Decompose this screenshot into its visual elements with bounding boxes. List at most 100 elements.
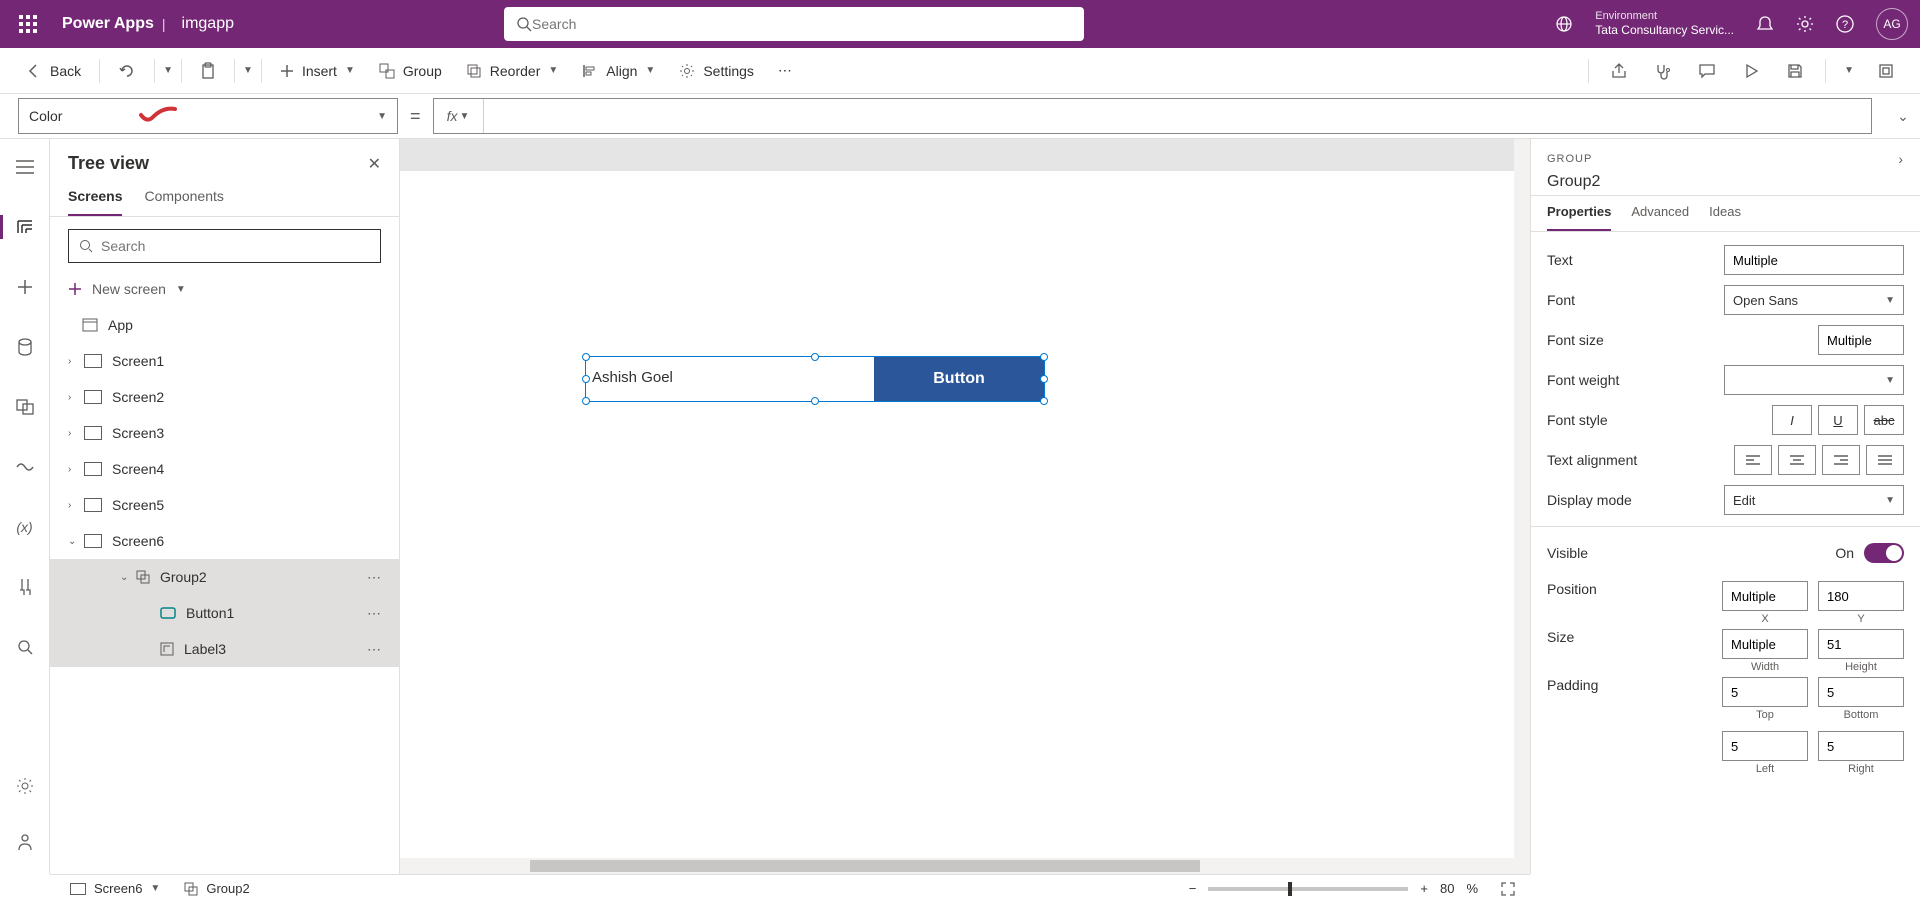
- pad-left-input[interactable]: [1722, 731, 1808, 761]
- tree-node-screen4[interactable]: ›Screen4: [50, 451, 399, 487]
- rail-search[interactable]: [7, 629, 43, 665]
- italic-button[interactable]: I: [1772, 405, 1812, 435]
- tab-ideas[interactable]: Ideas: [1709, 204, 1741, 231]
- prop-fontsize-input[interactable]: [1818, 325, 1904, 355]
- resize-handle[interactable]: [582, 353, 590, 361]
- checker-button[interactable]: [1645, 53, 1681, 89]
- search-input[interactable]: [532, 16, 1072, 32]
- waffle-icon[interactable]: [12, 8, 44, 40]
- zoom-out-button[interactable]: −: [1189, 881, 1197, 896]
- notifications-icon[interactable]: [1756, 15, 1774, 33]
- new-screen-button[interactable]: New screen ▼: [50, 275, 399, 303]
- tab-components[interactable]: Components: [144, 188, 223, 216]
- tree-node-group2[interactable]: ⌄Group2⋯: [50, 559, 399, 595]
- fit-to-screen-button[interactable]: [1500, 881, 1516, 897]
- property-selector[interactable]: Color ▼: [18, 98, 398, 134]
- chevron-right-icon[interactable]: ›: [1898, 151, 1904, 167]
- tree-node-screen3[interactable]: ›Screen3: [50, 415, 399, 451]
- rail-media[interactable]: [7, 389, 43, 425]
- footer-screen-selector[interactable]: Screen6▼: [64, 879, 166, 898]
- expand-formula-button[interactable]: ⌄: [1886, 108, 1920, 125]
- rail-data[interactable]: [7, 329, 43, 365]
- save-button[interactable]: [1777, 53, 1813, 89]
- tab-advanced[interactable]: Advanced: [1631, 204, 1689, 231]
- rail-settings[interactable]: [7, 768, 43, 804]
- tree-node-screen2[interactable]: ›Screen2: [50, 379, 399, 415]
- canvas-button1[interactable]: Button: [874, 357, 1044, 401]
- align-left-button[interactable]: [1734, 445, 1772, 475]
- paste-chevron[interactable]: ▼: [243, 65, 253, 76]
- tab-screens[interactable]: Screens: [68, 188, 122, 216]
- tree-node-label3[interactable]: Label3⋯: [50, 631, 399, 667]
- rail-tree-view[interactable]: [7, 209, 43, 245]
- canvas-label3[interactable]: Ashish Goel: [592, 369, 673, 386]
- zoom-in-button[interactable]: +: [1420, 881, 1428, 896]
- environment-info[interactable]: Environment Tata Consultancy Servic...: [1595, 10, 1734, 38]
- rail-flows[interactable]: [7, 449, 43, 485]
- scrollbar-thumb[interactable]: [530, 860, 1200, 872]
- more-icon[interactable]: ⋯: [367, 641, 383, 658]
- resize-handle[interactable]: [1040, 353, 1048, 361]
- align-right-button[interactable]: [1822, 445, 1860, 475]
- more-icon[interactable]: ⋯: [367, 569, 383, 586]
- reorder-button[interactable]: Reorder ▼: [456, 57, 569, 85]
- prop-text-input[interactable]: [1724, 245, 1904, 275]
- help-icon[interactable]: ?: [1836, 15, 1854, 33]
- design-canvas[interactable]: Ashish Goel Button: [400, 171, 1514, 858]
- comments-button[interactable]: [1689, 53, 1725, 89]
- resize-handle[interactable]: [582, 397, 590, 405]
- resize-handle[interactable]: [1040, 375, 1048, 383]
- resize-handle[interactable]: [811, 397, 819, 405]
- strikethrough-button[interactable]: abc: [1864, 405, 1904, 435]
- prop-font-select[interactable]: Open Sans▼: [1724, 285, 1904, 315]
- pad-top-input[interactable]: [1722, 677, 1808, 707]
- paste-button[interactable]: [190, 56, 226, 86]
- align-justify-button[interactable]: [1866, 445, 1904, 475]
- tree-close-button[interactable]: ✕: [368, 154, 381, 174]
- resize-handle[interactable]: [811, 353, 819, 361]
- group-button[interactable]: Group: [369, 57, 452, 85]
- rail-hamburger[interactable]: [7, 149, 43, 185]
- rail-ask[interactable]: [7, 824, 43, 860]
- rail-variables[interactable]: (x): [7, 509, 43, 545]
- fx-label[interactable]: fx▼: [434, 99, 484, 133]
- share-button[interactable]: [1601, 53, 1637, 89]
- zoom-thumb[interactable]: [1288, 882, 1292, 896]
- save-chevron[interactable]: ▼: [1838, 65, 1860, 76]
- vertical-scrollbar[interactable]: [1514, 139, 1530, 858]
- tree-node-app[interactable]: App: [50, 307, 399, 343]
- prop-fontweight-select[interactable]: ▼: [1724, 365, 1904, 395]
- resize-handle[interactable]: [1040, 397, 1048, 405]
- undo-button[interactable]: [108, 56, 146, 86]
- tree-node-screen1[interactable]: ›Screen1: [50, 343, 399, 379]
- more-icon[interactable]: ⋯: [367, 605, 383, 622]
- resize-handle[interactable]: [582, 375, 590, 383]
- pad-bottom-input[interactable]: [1818, 677, 1904, 707]
- tree-search-input[interactable]: [101, 238, 370, 254]
- horizontal-scrollbar[interactable]: [400, 858, 1530, 874]
- rail-insert[interactable]: [7, 269, 43, 305]
- pos-y-input[interactable]: [1818, 581, 1904, 611]
- align-center-button[interactable]: [1778, 445, 1816, 475]
- more-button[interactable]: ⋯: [768, 56, 802, 85]
- rail-tools[interactable]: [7, 569, 43, 605]
- insert-button[interactable]: Insert ▼: [270, 57, 365, 85]
- prop-displaymode-select[interactable]: Edit▼: [1724, 485, 1904, 515]
- publish-button[interactable]: [1868, 53, 1904, 89]
- preview-button[interactable]: [1733, 53, 1769, 89]
- size-h-input[interactable]: [1818, 629, 1904, 659]
- align-button[interactable]: Align ▼: [572, 57, 665, 85]
- formula-input[interactable]: [484, 108, 1871, 124]
- tree-search[interactable]: [68, 229, 381, 263]
- tree-node-screen5[interactable]: ›Screen5: [50, 487, 399, 523]
- tree-node-screen6[interactable]: ⌄Screen6: [50, 523, 399, 559]
- tab-properties[interactable]: Properties: [1547, 204, 1611, 231]
- tree-node-button1[interactable]: Button1⋯: [50, 595, 399, 631]
- size-w-input[interactable]: [1722, 629, 1808, 659]
- visible-toggle[interactable]: [1864, 543, 1904, 563]
- settings-icon[interactable]: [1796, 15, 1814, 33]
- back-button[interactable]: Back: [16, 57, 91, 85]
- user-avatar[interactable]: AG: [1876, 8, 1908, 40]
- selected-group[interactable]: Ashish Goel Button: [585, 356, 1045, 402]
- pad-right-input[interactable]: [1818, 731, 1904, 761]
